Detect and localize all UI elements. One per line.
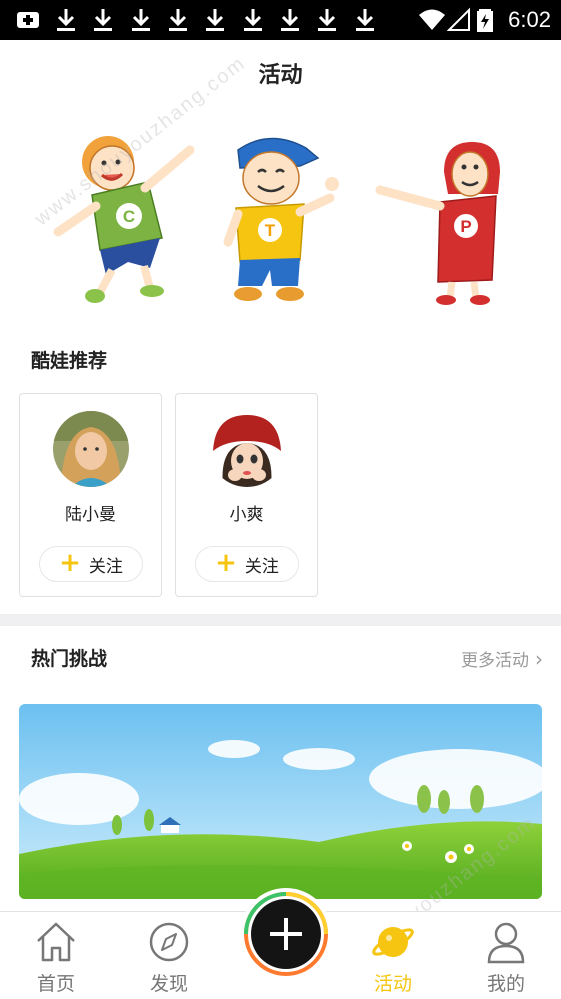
tab-home[interactable]: 首页 [16, 912, 96, 999]
tab-discover[interactable]: 发现 [129, 912, 209, 999]
download-icon [244, 9, 262, 31]
follow-button[interactable]: + 关注 [39, 546, 143, 582]
page-title: 活动 [258, 63, 303, 88]
compass-icon [149, 922, 189, 962]
download-icon [132, 9, 150, 31]
tab-home-label: 首页 [36, 973, 75, 995]
section-divider [0, 614, 561, 626]
person-icon [487, 922, 525, 964]
plus-icon: + [215, 548, 237, 578]
status-bar: 6:02 [0, 0, 561, 40]
more-activities-link[interactable]: 更多活动 › [461, 646, 543, 672]
user-card[interactable]: 小爽 + 关注 [175, 393, 318, 597]
download-icon [206, 9, 224, 31]
user-avatar[interactable] [209, 411, 285, 487]
recommend-section-title: 酷娃推荐 [31, 350, 108, 372]
user-card[interactable]: 陆小曼 + 关注 [19, 393, 162, 597]
character-t: T [223, 137, 339, 301]
chevron-right-icon: › [535, 646, 543, 671]
page-header: 活动 [0, 40, 561, 100]
character-p-letter: P [460, 217, 471, 236]
tab-mine[interactable]: 我的 [466, 912, 546, 999]
follow-label: 关注 [244, 556, 279, 577]
hot-section-title: 热门挑战 [31, 648, 108, 670]
user-avatar[interactable] [53, 411, 129, 487]
plus-icon: + [59, 548, 81, 578]
user-name: 小爽 [229, 505, 264, 525]
character-p: P [375, 142, 500, 305]
status-time: 6:02 [508, 7, 551, 32]
tab-mine-label: 我的 [486, 973, 525, 995]
follow-label: 关注 [88, 556, 123, 577]
more-activities-label: 更多活动 [461, 651, 529, 671]
tab-activity-label: 活动 [373, 973, 412, 995]
download-icon [57, 9, 75, 31]
notification-app-icon [17, 12, 39, 28]
user-name: 陆小曼 [65, 505, 116, 525]
add-button[interactable] [240, 888, 332, 980]
battery-icon [477, 9, 493, 32]
follow-button[interactable]: + 关注 [195, 546, 299, 582]
activity-banner[interactable]: C T P [0, 110, 561, 325]
tab-discover-label: 发现 [149, 973, 188, 995]
download-icon [94, 9, 112, 31]
home-icon [37, 922, 75, 962]
add-button-wrap [240, 888, 332, 980]
tab-activity[interactable]: 活动 [353, 912, 433, 999]
character-t-letter: T [265, 221, 276, 240]
planet-icon [372, 927, 414, 957]
wifi-icon [419, 9, 445, 30]
download-icon [318, 9, 336, 31]
character-c-letter: C [123, 207, 135, 226]
download-icon [169, 9, 187, 31]
cell-signal-icon [447, 7, 470, 31]
download-icon [356, 9, 374, 31]
download-icon [281, 9, 299, 31]
